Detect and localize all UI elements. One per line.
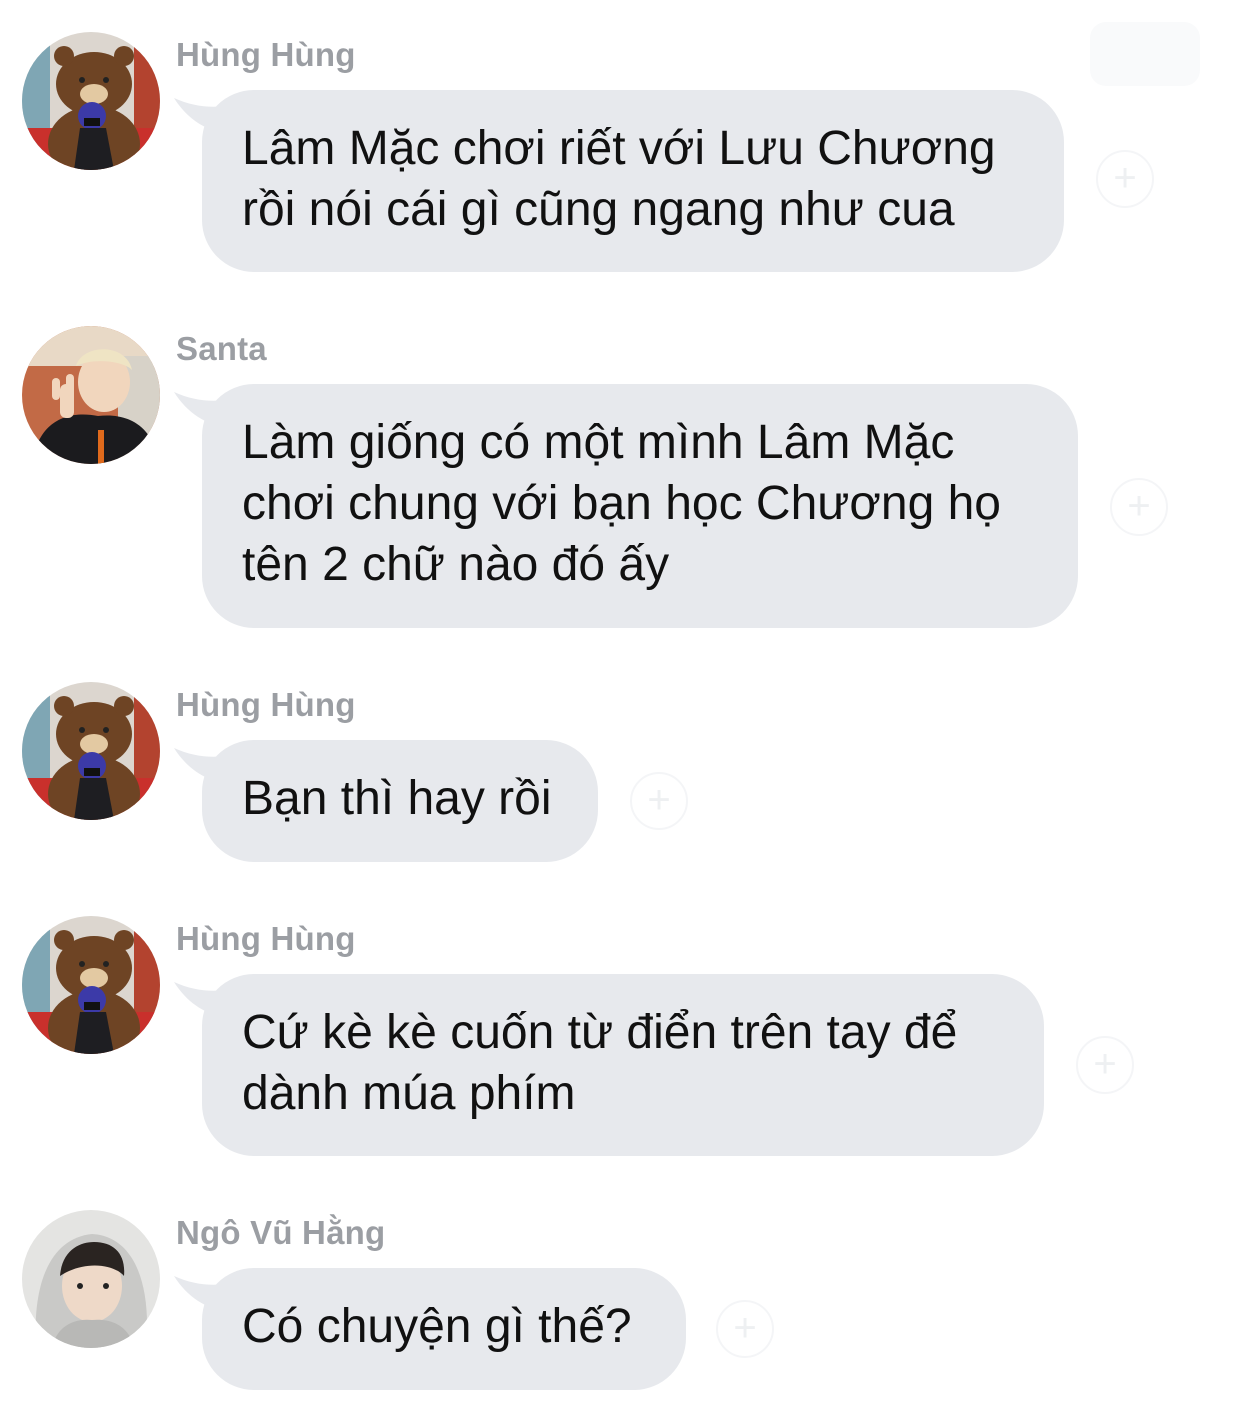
message-bubble[interactable]: Lâm Mặc chơi riết với Lưu Chương rồi nói… xyxy=(202,90,1064,272)
sender-name: Ngô Vũ Hằng xyxy=(176,1214,386,1251)
top-corner-button[interactable] xyxy=(1090,22,1200,86)
message-text-line: Lâm Mặc chơi riết với Lưu Chương xyxy=(242,122,996,175)
message-bubble[interactable]: Bạn thì hay rồi xyxy=(202,740,598,862)
teddy-bear-avatar-icon xyxy=(22,32,160,170)
message-text-line: rồi nói cái gì cũng ngang như cua xyxy=(242,183,955,236)
hoodie-avatar-icon xyxy=(22,1210,160,1348)
message-bubble[interactable]: Làm giống có một mình Lâm Mặc chơi chung… xyxy=(202,384,1078,628)
teddy-bear-avatar-icon xyxy=(22,916,160,1054)
avatar[interactable] xyxy=(22,32,160,170)
avatar[interactable] xyxy=(22,326,160,464)
message-text-line: chơi chung với bạn học Chương họ xyxy=(242,477,1001,530)
avatar[interactable] xyxy=(22,682,160,820)
teddy-bear-avatar-icon xyxy=(22,682,160,820)
sender-name: Hùng Hùng xyxy=(176,920,356,957)
message-text-line: Làm giống có một mình Lâm Mặc xyxy=(242,416,955,469)
avatar[interactable] xyxy=(22,916,160,1054)
add-reaction-icon[interactable]: + xyxy=(1076,1036,1134,1094)
peace-sign-avatar-icon xyxy=(22,326,160,464)
message-text-line: Cứ kè kè cuốn từ điển trên tay để xyxy=(242,1006,958,1059)
message-text-line: dành múa phím xyxy=(242,1067,576,1120)
avatar[interactable] xyxy=(22,1210,160,1348)
message-text-line: Có chuyện gì thế? xyxy=(242,1300,632,1353)
message-text-line: tên 2 chữ nào đó ấy xyxy=(242,538,670,591)
sender-name: Hùng Hùng xyxy=(176,36,356,73)
add-reaction-icon[interactable]: + xyxy=(1110,478,1168,536)
add-reaction-icon[interactable]: + xyxy=(716,1300,774,1358)
message-bubble[interactable]: Có chuyện gì thế? xyxy=(202,1268,686,1390)
add-reaction-icon[interactable]: + xyxy=(1096,150,1154,208)
message-text-line: Bạn thì hay rồi xyxy=(242,772,552,825)
sender-name: Santa xyxy=(176,330,267,367)
message-bubble[interactable]: Cứ kè kè cuốn từ điển trên tay để dành m… xyxy=(202,974,1044,1156)
add-reaction-icon[interactable]: + xyxy=(630,772,688,830)
sender-name: Hùng Hùng xyxy=(176,686,356,723)
